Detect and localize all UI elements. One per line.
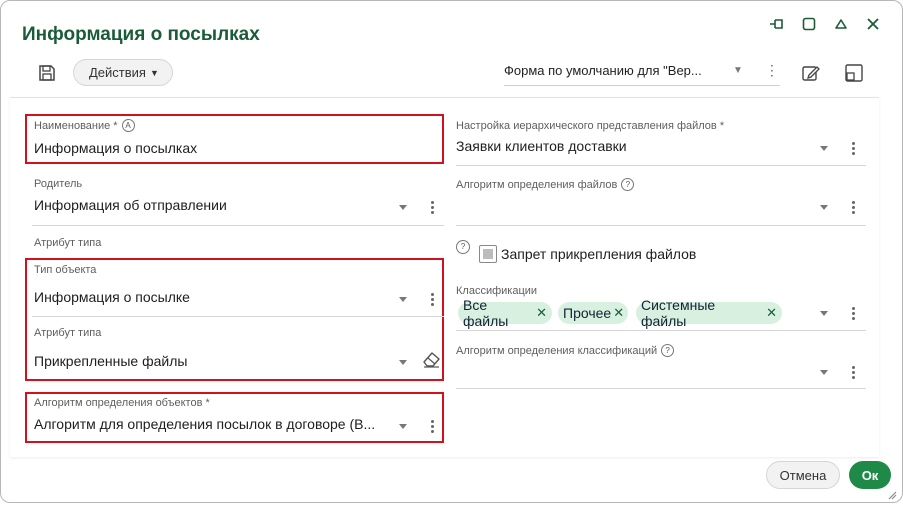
class-algo-label: Алгоритм определения классификаций: [456, 344, 658, 357]
type-attr-field[interactable]: Прикрепленные файлы: [34, 353, 384, 369]
dialog-title: Информация о посылках: [22, 24, 260, 45]
chevron-down-icon[interactable]: [399, 297, 407, 302]
chip-item[interactable]: Прочее ✕: [558, 302, 628, 324]
save-icon[interactable]: [36, 62, 58, 84]
chevron-down-icon[interactable]: [820, 370, 828, 375]
name-label-row: Наименование * A: [34, 119, 135, 132]
file-algo-label: Алгоритм определения файлов: [456, 178, 618, 191]
help-icon[interactable]: ?: [661, 344, 675, 357]
collapse-icon[interactable]: [831, 14, 851, 34]
more-icon[interactable]: [852, 366, 855, 379]
actions-button[interactable]: Действия ▼: [73, 59, 173, 86]
form-selector-value: Форма по умолчанию для "Вер...: [504, 62, 702, 78]
type-attr-label: Атрибут типа: [34, 327, 102, 339]
algorithm-field[interactable]: Алгоритм для определения посылок в догов…: [34, 416, 384, 432]
name-field[interactable]: Информация о посылках: [34, 140, 424, 156]
class-algo-label-row: Алгоритм определения классификаций ?: [456, 344, 675, 357]
layout-icon[interactable]: [843, 62, 865, 84]
divider: [456, 388, 866, 389]
divider: [32, 225, 444, 226]
more-icon[interactable]: [431, 293, 434, 306]
more-icon[interactable]: [852, 307, 855, 320]
auto-icon[interactable]: A: [121, 119, 135, 132]
hier-label: Настройка иерархического представления ф…: [456, 120, 725, 132]
chevron-down-icon[interactable]: [820, 205, 828, 210]
file-algo-label-row: Алгоритм определения файлов ?: [456, 178, 635, 191]
ok-button[interactable]: Ок: [849, 461, 891, 489]
divider: [456, 225, 866, 226]
chevron-down-icon[interactable]: [820, 146, 828, 151]
close-icon[interactable]: ✕: [766, 305, 777, 321]
chip-label: Системные файлы: [641, 297, 716, 329]
chevron-down-icon[interactable]: [399, 360, 407, 365]
close-icon[interactable]: ✕: [536, 305, 547, 321]
close-icon[interactable]: [863, 14, 883, 34]
pin-icon[interactable]: [767, 14, 787, 34]
parent-label: Родитель: [34, 178, 83, 190]
actions-label: Действия: [89, 65, 146, 80]
more-icon[interactable]: [852, 201, 855, 214]
object-type-label: Тип объекта: [34, 264, 97, 276]
close-icon[interactable]: ✕: [613, 305, 624, 321]
help-icon[interactable]: ?: [456, 236, 470, 254]
name-label: Наименование *: [34, 119, 118, 132]
algorithm-label: Алгоритм определения объектов *: [34, 397, 210, 409]
ban-label: Запрет прикрепления файлов: [501, 246, 697, 262]
object-type-field[interactable]: Информация о посылке: [34, 289, 384, 305]
parent-field[interactable]: Информация об отправлении: [34, 197, 384, 213]
edit-icon[interactable]: [800, 62, 822, 84]
more-icon[interactable]: [431, 201, 434, 214]
more-icon[interactable]: [852, 142, 855, 155]
resize-handle-icon[interactable]: [887, 487, 897, 500]
eraser-icon[interactable]: [422, 350, 441, 373]
type-attr-header: Атрибут типа: [34, 237, 102, 249]
divider: [32, 316, 444, 317]
chip-item[interactable]: Системные файлы ✕: [636, 297, 782, 329]
chevron-down-icon[interactable]: ▼: [733, 65, 743, 76]
window-controls: [767, 14, 883, 34]
more-icon[interactable]: ⋮: [765, 63, 779, 77]
help-icon[interactable]: ?: [621, 178, 635, 191]
chip-label: Все файлы: [463, 297, 509, 329]
class-label: Классификации: [456, 285, 538, 297]
chevron-down-icon[interactable]: [820, 311, 828, 316]
chevron-down-icon: ▼: [149, 67, 159, 78]
chevron-down-icon[interactable]: [399, 424, 407, 429]
more-icon[interactable]: [431, 420, 434, 433]
divider: [456, 165, 866, 166]
ban-checkbox[interactable]: [479, 245, 497, 263]
maximize-icon[interactable]: [799, 14, 819, 34]
divider: [456, 330, 866, 331]
chevron-down-icon[interactable]: [399, 205, 407, 210]
cancel-button[interactable]: Отмена: [766, 461, 840, 489]
hier-field[interactable]: Заявки клиентов доставки: [456, 138, 806, 154]
form-selector[interactable]: Форма по умолчанию для "Вер... ▼ ⋮: [504, 55, 780, 86]
chip-label: Прочее: [563, 305, 612, 321]
chip-item[interactable]: Все файлы ✕: [458, 297, 552, 329]
